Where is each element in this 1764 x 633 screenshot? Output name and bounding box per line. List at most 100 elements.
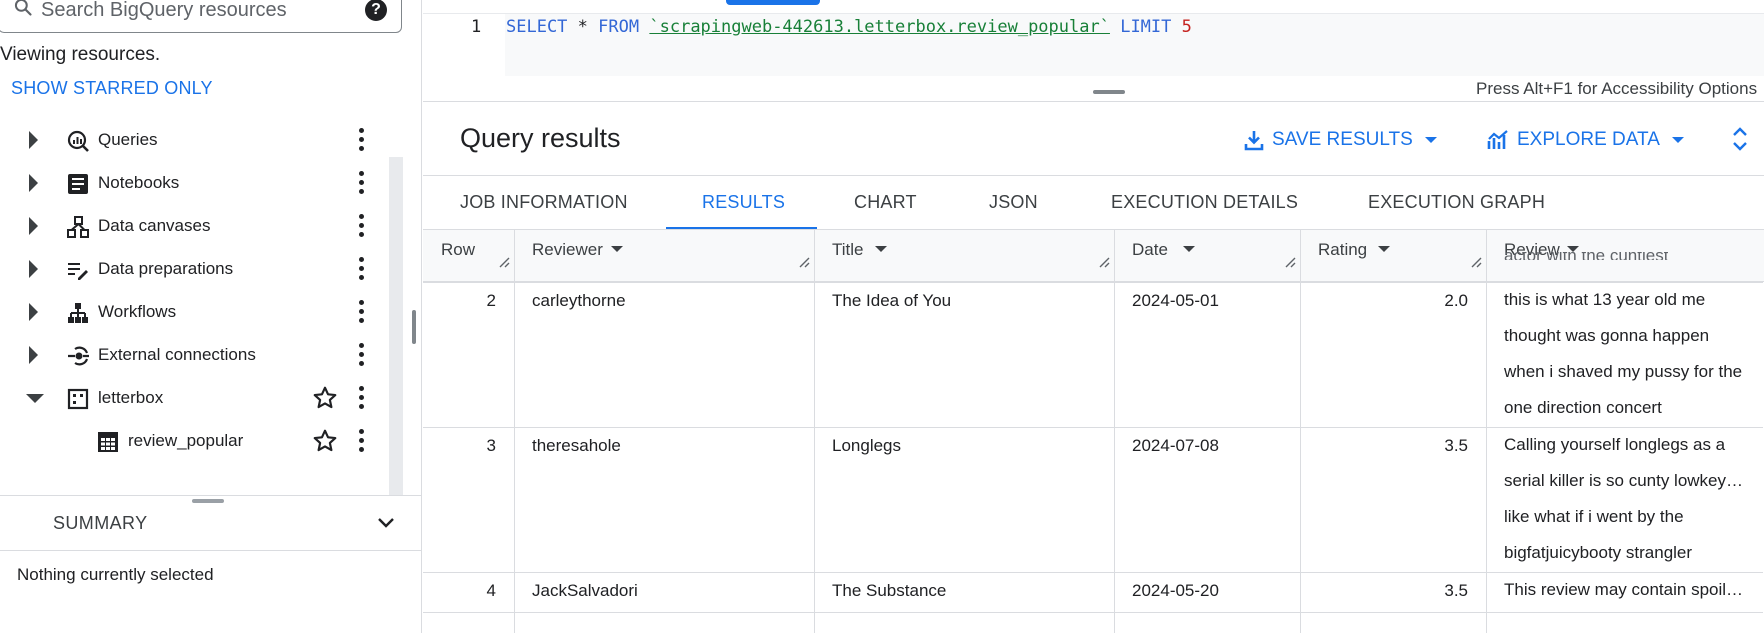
tab-chart[interactable]: CHART bbox=[854, 192, 917, 213]
search-icon bbox=[14, 0, 32, 16]
tree-item-workflows[interactable]: Workflows bbox=[0, 290, 390, 333]
column-header-reviewer[interactable]: Reviewer bbox=[515, 230, 815, 282]
column-resize-icon[interactable] bbox=[1470, 256, 1482, 268]
divider bbox=[423, 175, 1764, 176]
expand-arrow-icon[interactable] bbox=[29, 346, 38, 364]
chart-icon bbox=[1487, 130, 1508, 149]
show-starred-only-button[interactable]: SHOW STARRED ONLY bbox=[11, 78, 213, 99]
explore-data-button[interactable]: EXPLORE DATA bbox=[1487, 126, 1684, 154]
reviewer-cell[interactable]: JackSalvadori bbox=[532, 581, 638, 601]
review-cell[interactable]: this is what 13 year old me thought was … bbox=[1504, 282, 1749, 426]
sql-number: 5 bbox=[1181, 17, 1192, 37]
tree-item-notebooks[interactable]: Notebooks bbox=[0, 161, 390, 204]
sort-icon[interactable] bbox=[611, 246, 623, 252]
tree-item-label: review_popular bbox=[128, 431, 244, 450]
expand-arrow-icon[interactable] bbox=[29, 303, 38, 321]
collapse-arrow-icon[interactable] bbox=[26, 394, 44, 403]
more-options-icon[interactable] bbox=[359, 214, 365, 238]
tab-results[interactable]: RESULTS bbox=[702, 192, 785, 213]
row-number-cell: 3 bbox=[486, 436, 496, 455]
sort-icon[interactable] bbox=[1378, 246, 1390, 252]
star-icon[interactable] bbox=[312, 385, 338, 411]
reviewer-cell[interactable]: theresahole bbox=[532, 436, 621, 456]
more-options-icon[interactable] bbox=[359, 257, 365, 281]
tree-item-data-canvases[interactable]: Data canvases bbox=[0, 204, 390, 247]
rating-cell[interactable]: 3.5 bbox=[1300, 436, 1468, 456]
tree-item-review-popular[interactable]: review_popular bbox=[0, 419, 390, 462]
panel-resize-handle[interactable] bbox=[412, 310, 416, 344]
column-header-row[interactable]: Row bbox=[423, 230, 515, 282]
chevron-down-icon[interactable] bbox=[376, 515, 396, 531]
column-header-rating[interactable]: Rating bbox=[1301, 230, 1487, 282]
more-options-icon[interactable] bbox=[359, 300, 365, 324]
sql-table-reference[interactable]: `scrapingweb-442613.letterbox.review_pop… bbox=[649, 17, 1110, 37]
sort-icon[interactable] bbox=[1183, 246, 1195, 252]
expand-arrow-icon[interactable] bbox=[29, 217, 38, 235]
reviewer-cell[interactable]: carleythorne bbox=[532, 291, 626, 311]
divider bbox=[0, 495, 422, 496]
table-icon bbox=[98, 432, 118, 452]
star-icon[interactable] bbox=[312, 428, 338, 454]
summary-empty-text: Nothing currently selected bbox=[17, 565, 214, 584]
expand-arrow-icon[interactable] bbox=[29, 174, 38, 192]
search-input[interactable]: Search BigQuery resources ? bbox=[0, 0, 402, 33]
data-canvas-icon bbox=[67, 216, 89, 238]
queries-icon bbox=[67, 130, 89, 152]
title-cell[interactable]: The Substance bbox=[832, 581, 946, 601]
summary-title[interactable]: SUMMARY bbox=[53, 513, 147, 534]
tree-item-queries[interactable]: Queries bbox=[0, 118, 390, 161]
review-cell[interactable]: Calling yourself longlegs as a serial ki… bbox=[1504, 427, 1749, 571]
more-options-icon[interactable] bbox=[359, 429, 365, 453]
row-divider bbox=[423, 612, 1763, 613]
tab-execution-details[interactable]: EXECUTION DETAILS bbox=[1111, 192, 1298, 213]
expand-arrow-icon[interactable] bbox=[29, 131, 38, 149]
title-cell[interactable]: Longlegs bbox=[832, 436, 901, 456]
tree-item-label: Data canvases bbox=[98, 216, 211, 235]
rating-cell[interactable]: 2.0 bbox=[1300, 291, 1468, 311]
tree-item-label: Data preparations bbox=[98, 259, 234, 278]
expand-arrow-icon[interactable] bbox=[29, 260, 38, 278]
row-number-cell: 2 bbox=[486, 291, 496, 310]
review-cell[interactable]: This review may contain spoile… bbox=[1504, 572, 1749, 612]
more-options-icon[interactable] bbox=[359, 171, 365, 195]
sql-editor[interactable]: 1 SELECT * FROM `scrapingweb-442613.lett… bbox=[423, 0, 1764, 102]
tab-execution-graph[interactable]: EXECUTION GRAPH bbox=[1368, 192, 1545, 213]
tab-job-information[interactable]: JOB INFORMATION bbox=[460, 192, 628, 213]
more-options-icon[interactable] bbox=[359, 386, 365, 410]
date-cell[interactable]: 2024-07-08 bbox=[1132, 436, 1219, 456]
more-options-icon[interactable] bbox=[359, 343, 365, 367]
column-header-title[interactable]: Title bbox=[815, 230, 1115, 282]
sort-icon[interactable] bbox=[875, 246, 887, 252]
line-number: 1 bbox=[471, 17, 482, 37]
title-cell[interactable]: The Idea of You bbox=[832, 291, 951, 311]
rating-cell[interactable]: 3.5 bbox=[1300, 581, 1468, 601]
tree-item-data-preparations[interactable]: Data preparations bbox=[0, 247, 390, 290]
date-cell[interactable]: 2024-05-01 bbox=[1132, 291, 1219, 311]
run-button-edge[interactable] bbox=[726, 0, 820, 5]
tree-item-letterbox[interactable]: letterbox bbox=[0, 376, 390, 419]
tree-item-label: Workflows bbox=[98, 302, 177, 321]
help-icon[interactable]: ? bbox=[365, 0, 387, 21]
more-options-icon[interactable] bbox=[359, 128, 365, 152]
accessibility-hint: Press Alt+F1 for Accessibility Options bbox=[1476, 79, 1758, 98]
explorer-scrollbar[interactable] bbox=[389, 157, 403, 495]
tab-json[interactable]: JSON bbox=[989, 192, 1038, 213]
column-header-date[interactable]: Date bbox=[1115, 230, 1301, 282]
column-resize-icon[interactable] bbox=[1284, 256, 1296, 268]
column-resize-icon[interactable] bbox=[498, 256, 510, 268]
summary-drag-handle[interactable] bbox=[192, 499, 224, 503]
expand-collapse-icon[interactable] bbox=[1730, 125, 1750, 153]
caret-down-icon bbox=[1671, 137, 1684, 143]
external-connection-icon bbox=[68, 346, 89, 366]
tree-item-label: letterbox bbox=[98, 388, 164, 407]
date-cell[interactable]: 2024-05-20 bbox=[1132, 581, 1219, 601]
column-resize-icon[interactable] bbox=[1098, 256, 1110, 268]
sql-keyword: LIMIT bbox=[1120, 17, 1172, 37]
divider bbox=[423, 101, 1764, 102]
tree-item-external-connections[interactable]: External connections bbox=[0, 333, 390, 376]
save-results-button[interactable]: SAVE RESULTS bbox=[1244, 126, 1437, 154]
sql-query-line[interactable]: SELECT * FROM `scrapingweb-442613.letter… bbox=[506, 17, 1192, 37]
explore-data-label: EXPLORE DATA bbox=[1517, 129, 1660, 150]
column-resize-icon[interactable] bbox=[798, 256, 810, 268]
editor-resize-handle[interactable] bbox=[1093, 90, 1125, 94]
